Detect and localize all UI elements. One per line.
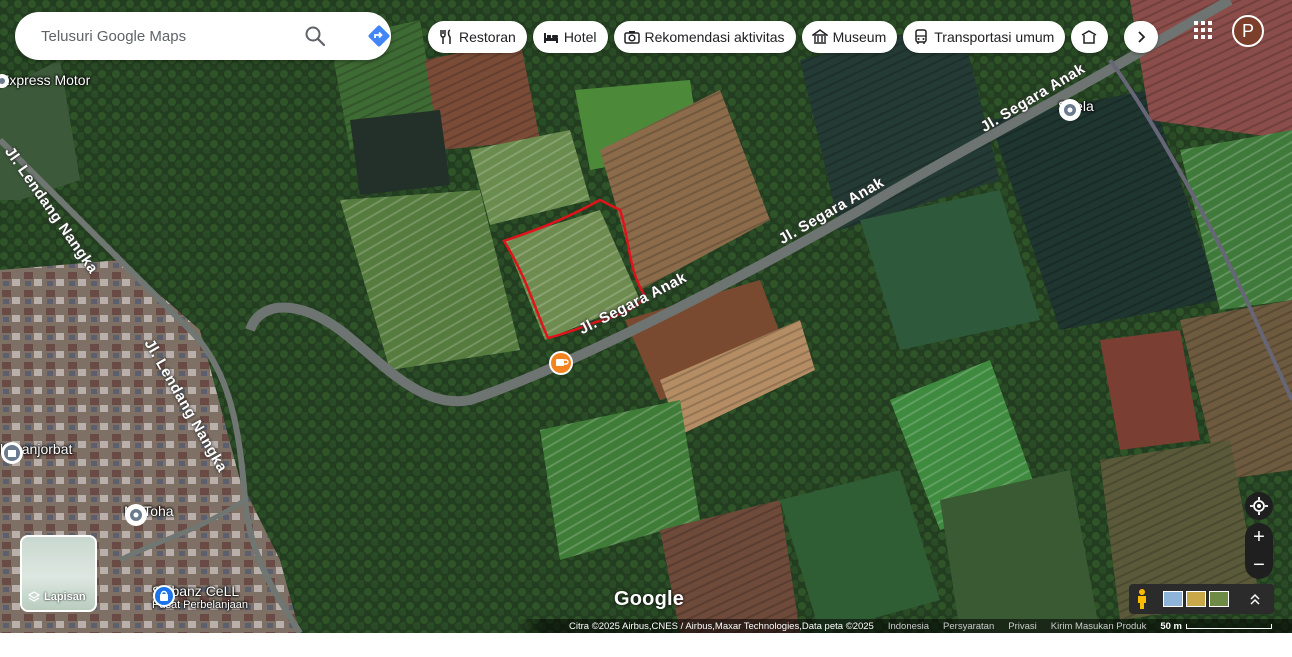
account-avatar[interactable]: P <box>1232 15 1264 47</box>
chip-label: Museum <box>832 29 887 45</box>
privacy-link[interactable]: Privasi <box>1008 621 1037 632</box>
imagery-thumb[interactable] <box>1209 591 1229 607</box>
layers-label: Lapisan <box>44 591 86 603</box>
chip-more-category[interactable] <box>1071 21 1109 53</box>
place-express-motor[interactable]: Express Motor <box>0 72 90 88</box>
place-pin-icon <box>0 74 9 88</box>
shopping-pin-icon <box>153 585 175 607</box>
chip-restaurants[interactable]: Restoran <box>428 21 527 53</box>
chip-hotels[interactable]: Hotel <box>532 21 608 53</box>
scale-line <box>1186 623 1272 629</box>
layers-label-group: Lapisan <box>28 591 86 603</box>
apps-grid-icon[interactable] <box>1191 18 1215 42</box>
chip-museums[interactable]: Museum <box>801 21 898 53</box>
chip-label: Restoran <box>459 29 516 45</box>
map-footer: Citra ©2025 Airbus,CNES / Airbus,Maxar T… <box>0 619 1292 633</box>
zoom-controls: + − <box>1245 523 1273 579</box>
museum-icon <box>811 29 828 44</box>
satellite-imagery <box>0 0 1292 633</box>
crosshair-icon <box>1250 497 1268 515</box>
country-link[interactable]: Indonesia <box>888 621 929 632</box>
chip-label: Transportasi umum <box>934 29 1055 45</box>
search-input[interactable] <box>39 26 293 46</box>
zoom-in-button[interactable]: + <box>1245 523 1273 551</box>
fork-knife-icon <box>440 29 451 44</box>
zoom-out-button[interactable]: − <box>1245 551 1273 579</box>
bus-icon <box>915 29 927 44</box>
my-location-button[interactable] <box>1245 492 1273 520</box>
camera-icon <box>623 31 640 44</box>
imagery-thumb[interactable] <box>1163 591 1183 607</box>
place-label: Express Motor <box>0 72 91 88</box>
chevron-up-icon[interactable] <box>1249 592 1261 606</box>
museum-pin-icon <box>1 442 23 464</box>
pegman-icon[interactable] <box>1135 588 1149 610</box>
chip-label: Hotel <box>563 29 597 45</box>
search-box <box>15 12 391 60</box>
google-logo: Google <box>614 588 685 610</box>
feedback-link[interactable]: Kirim Masukan Produk <box>1051 621 1147 632</box>
chip-label: Rekomendasi aktivitas <box>644 29 785 45</box>
directions-icon[interactable] <box>366 23 392 49</box>
bed-icon <box>543 33 558 43</box>
layers-icon <box>28 591 40 602</box>
place-pin-icon <box>125 504 147 526</box>
layers-button[interactable]: Lapisan <box>20 535 97 612</box>
chips-next-button[interactable] <box>1124 21 1158 53</box>
category-chips: Restoran Hotel Rekomendasi aktivitas Mus… <box>428 21 1109 53</box>
place-imanjorbat[interactable]: l imanjorbat <box>0 441 72 464</box>
scale-bar[interactable]: 50 m <box>1160 621 1272 632</box>
imagery-thumb[interactable] <box>1186 591 1206 607</box>
terms-link[interactable]: Persyaratan <box>943 621 994 632</box>
place-suela[interactable]: Suela <box>1058 98 1094 121</box>
building-icon <box>1081 30 1097 44</box>
place-sikbanz-cell[interactable]: Sikbanz CeLL Pusat Perbelanjaan <box>152 584 248 612</box>
search-icon[interactable] <box>303 24 327 48</box>
scale-label: 50 m <box>1160 620 1182 632</box>
chevron-right-icon <box>1138 31 1146 43</box>
street-view-strip[interactable] <box>1129 584 1274 614</box>
place-pin-icon <box>1059 99 1081 121</box>
chip-transit[interactable]: Transportasi umum <box>903 21 1066 53</box>
attribution-text: Citra ©2025 Airbus,CNES / Airbus,Maxar T… <box>569 620 874 632</box>
map-satellite-view[interactable]: Express Motor Suela l imanjorbat M. Toha… <box>0 0 1292 633</box>
chip-things-to-do[interactable]: Rekomendasi aktivitas <box>613 21 796 53</box>
place-m-toha[interactable]: M. Toha <box>124 503 174 526</box>
cafe-pin-icon[interactable] <box>548 350 574 378</box>
